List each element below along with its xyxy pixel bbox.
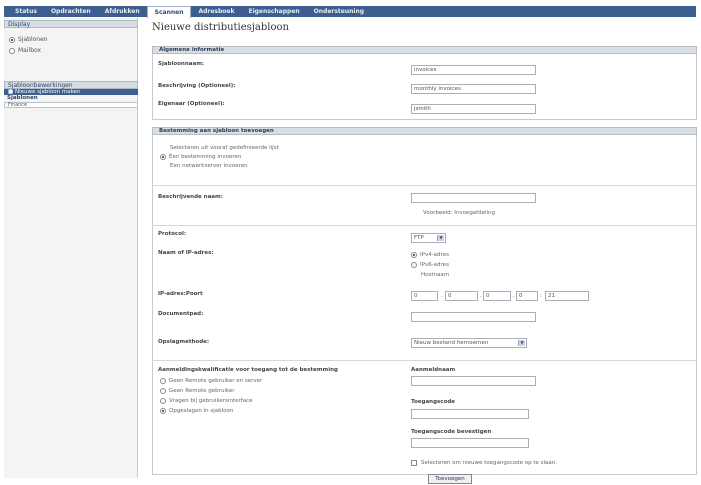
template-name-field[interactable]: invoices bbox=[411, 65, 536, 75]
auth-option-stored[interactable]: Opgeslagen in sjabloon bbox=[160, 408, 233, 414]
address-type-label: Naam of IP-adres: bbox=[158, 250, 214, 256]
sidebar: Display Sjablonen Mailbox Sjabloonbewerk… bbox=[4, 18, 138, 478]
save-password-checkbox[interactable]: Selecteren om nieuwe toegangscode op te … bbox=[411, 460, 557, 466]
tab-support[interactable]: Ondersteuning bbox=[307, 6, 371, 17]
filing-policy-label: Opslagmethode: bbox=[158, 339, 210, 345]
add-button[interactable]: Toevoegen bbox=[428, 474, 472, 484]
auth-option-label: Vragen bij gebruikersinterface bbox=[169, 398, 253, 404]
dest-option-label: Selecteren uit vooraf gedefinieerde lijs… bbox=[170, 145, 279, 151]
ip-octet-1[interactable]: 0 bbox=[411, 291, 438, 301]
address-option-ipv6[interactable]: IPv6-adres bbox=[411, 262, 449, 268]
dest-option-enter[interactable]: Een bestemming invoeren bbox=[160, 154, 241, 160]
dest-option-server[interactable]: Een netwerkserver invoeren bbox=[170, 163, 248, 169]
divider bbox=[152, 185, 697, 186]
password-label: Toegangscode bbox=[411, 399, 456, 405]
auth-option-label: Opgeslagen in sjabloon bbox=[169, 408, 234, 414]
friendly-name-hint: Voorbeeld: Invoegafdeling bbox=[423, 210, 496, 216]
protocol-select[interactable]: FTP ▼ bbox=[411, 233, 446, 243]
login-credentials-label: Aanmeldingskwalificatie voor toegang tot… bbox=[158, 367, 338, 373]
auth-option-prompt[interactable]: Vragen bij gebruikersinterface bbox=[160, 398, 252, 404]
general-info-heading: Algemene informatie bbox=[152, 46, 697, 54]
display-option-label: Sjablonen bbox=[18, 36, 48, 43]
tab-print[interactable]: Afdrukken bbox=[98, 6, 147, 17]
protocol-label: Protocol: bbox=[158, 231, 187, 237]
templates-heading: Sjablonen bbox=[7, 95, 38, 101]
owner-field[interactable]: jsmith bbox=[411, 104, 536, 114]
port-separator: : bbox=[540, 293, 542, 299]
destination-heading: Bestemming aan sjabloon toevoegen bbox=[152, 127, 697, 135]
save-password-label: Selecteren om nieuwe toegangscode op te … bbox=[421, 460, 557, 466]
divider bbox=[152, 360, 697, 361]
divider bbox=[152, 225, 697, 226]
document-path-field[interactable] bbox=[411, 312, 536, 322]
protocol-value: FTP bbox=[414, 235, 424, 241]
ip-octet-4[interactable]: 0 bbox=[516, 291, 538, 301]
radio-selected-icon bbox=[160, 408, 166, 414]
display-option-templates[interactable]: Sjablonen bbox=[4, 34, 138, 45]
tasks-heading: Sjabloonbewerkingen bbox=[4, 81, 138, 89]
dest-option-label: Een netwerkserver invoeren bbox=[170, 163, 248, 169]
page-title: Nieuwe distributiesjabloon bbox=[152, 22, 289, 33]
description-field[interactable]: monthly invoices bbox=[411, 84, 536, 94]
friendly-name-field[interactable] bbox=[411, 193, 536, 203]
port-field[interactable]: 21 bbox=[545, 291, 589, 301]
template-list-item[interactable]: Finance bbox=[4, 102, 138, 108]
password-field[interactable] bbox=[411, 409, 529, 419]
radio-icon bbox=[160, 398, 166, 404]
login-name-label: Aanmeldnaam bbox=[411, 367, 456, 373]
auth-option-label: Geen Remote gebruiker bbox=[169, 388, 235, 394]
chevron-down-icon: ▼ bbox=[437, 235, 444, 241]
friendly-name-label: Beschrijvende naam: bbox=[158, 194, 223, 200]
radio-icon bbox=[411, 262, 417, 268]
auth-option-label: Geen Remote gebruiker en server bbox=[169, 378, 263, 384]
address-option-hostname[interactable]: Hostnaam bbox=[421, 272, 449, 278]
ip-separator: . bbox=[513, 293, 515, 299]
tab-address-book[interactable]: Adresboek bbox=[191, 6, 241, 17]
address-option-label: IPv4-adres bbox=[420, 252, 449, 258]
radio-icon bbox=[160, 388, 166, 394]
address-option-label: Hostnaam bbox=[421, 272, 450, 278]
owner-label: Eigenaar (Optioneel): bbox=[158, 101, 225, 107]
tab-jobs[interactable]: Opdrachten bbox=[44, 6, 98, 17]
address-option-label: IPv6-adres bbox=[420, 262, 449, 268]
filing-policy-value: Nieuw bestand hernoemen bbox=[414, 340, 489, 346]
ip-octet-2[interactable]: 0 bbox=[445, 291, 478, 301]
radio-selected-icon bbox=[160, 154, 166, 160]
checkbox-icon bbox=[411, 460, 417, 466]
document-path-label: Documentpad: bbox=[158, 311, 204, 317]
ip-port-label: IP-adres:Poort bbox=[158, 291, 203, 297]
dest-option-label: Een bestemming invoeren bbox=[169, 154, 242, 160]
description-label: Beschrijving (Optioneel): bbox=[158, 83, 236, 89]
confirm-password-label: Toegangscode bevestigen bbox=[411, 429, 492, 435]
login-name-field[interactable] bbox=[411, 376, 536, 386]
top-navigation: Status Opdrachten Afdrukken Scannen Adre… bbox=[4, 6, 696, 18]
template-name-label: Sjabloonnaam: bbox=[158, 61, 205, 67]
confirm-password-field[interactable] bbox=[411, 438, 529, 448]
display-heading: Display bbox=[4, 20, 138, 28]
ip-octet-3[interactable]: 0 bbox=[483, 291, 511, 301]
display-option-label: Mailbox bbox=[18, 47, 42, 54]
auth-option-none[interactable]: Geen Remote gebruiker en server bbox=[160, 378, 262, 384]
chevron-down-icon: ▼ bbox=[518, 340, 525, 346]
tab-status[interactable]: Status bbox=[8, 6, 44, 17]
display-option-mailbox[interactable]: Mailbox bbox=[4, 45, 138, 56]
tab-scan[interactable]: Scannen bbox=[146, 6, 192, 18]
tab-properties[interactable]: Eigenschappen bbox=[241, 6, 306, 17]
radio-selected-icon bbox=[411, 252, 417, 258]
radio-icon bbox=[9, 47, 15, 54]
ip-separator: . bbox=[441, 293, 443, 299]
dest-option-predefined[interactable]: Selecteren uit vooraf gedefinieerde lijs… bbox=[170, 145, 279, 151]
address-option-ipv4[interactable]: IPv4-adres bbox=[411, 252, 449, 258]
filing-policy-select[interactable]: Nieuw bestand hernoemen ▼ bbox=[411, 338, 527, 348]
radio-selected-icon bbox=[9, 36, 15, 43]
destination-panel bbox=[152, 135, 697, 475]
ip-separator: . bbox=[480, 293, 482, 299]
radio-icon bbox=[160, 378, 166, 384]
auth-option-remote-user[interactable]: Geen Remote gebruiker bbox=[160, 388, 235, 394]
